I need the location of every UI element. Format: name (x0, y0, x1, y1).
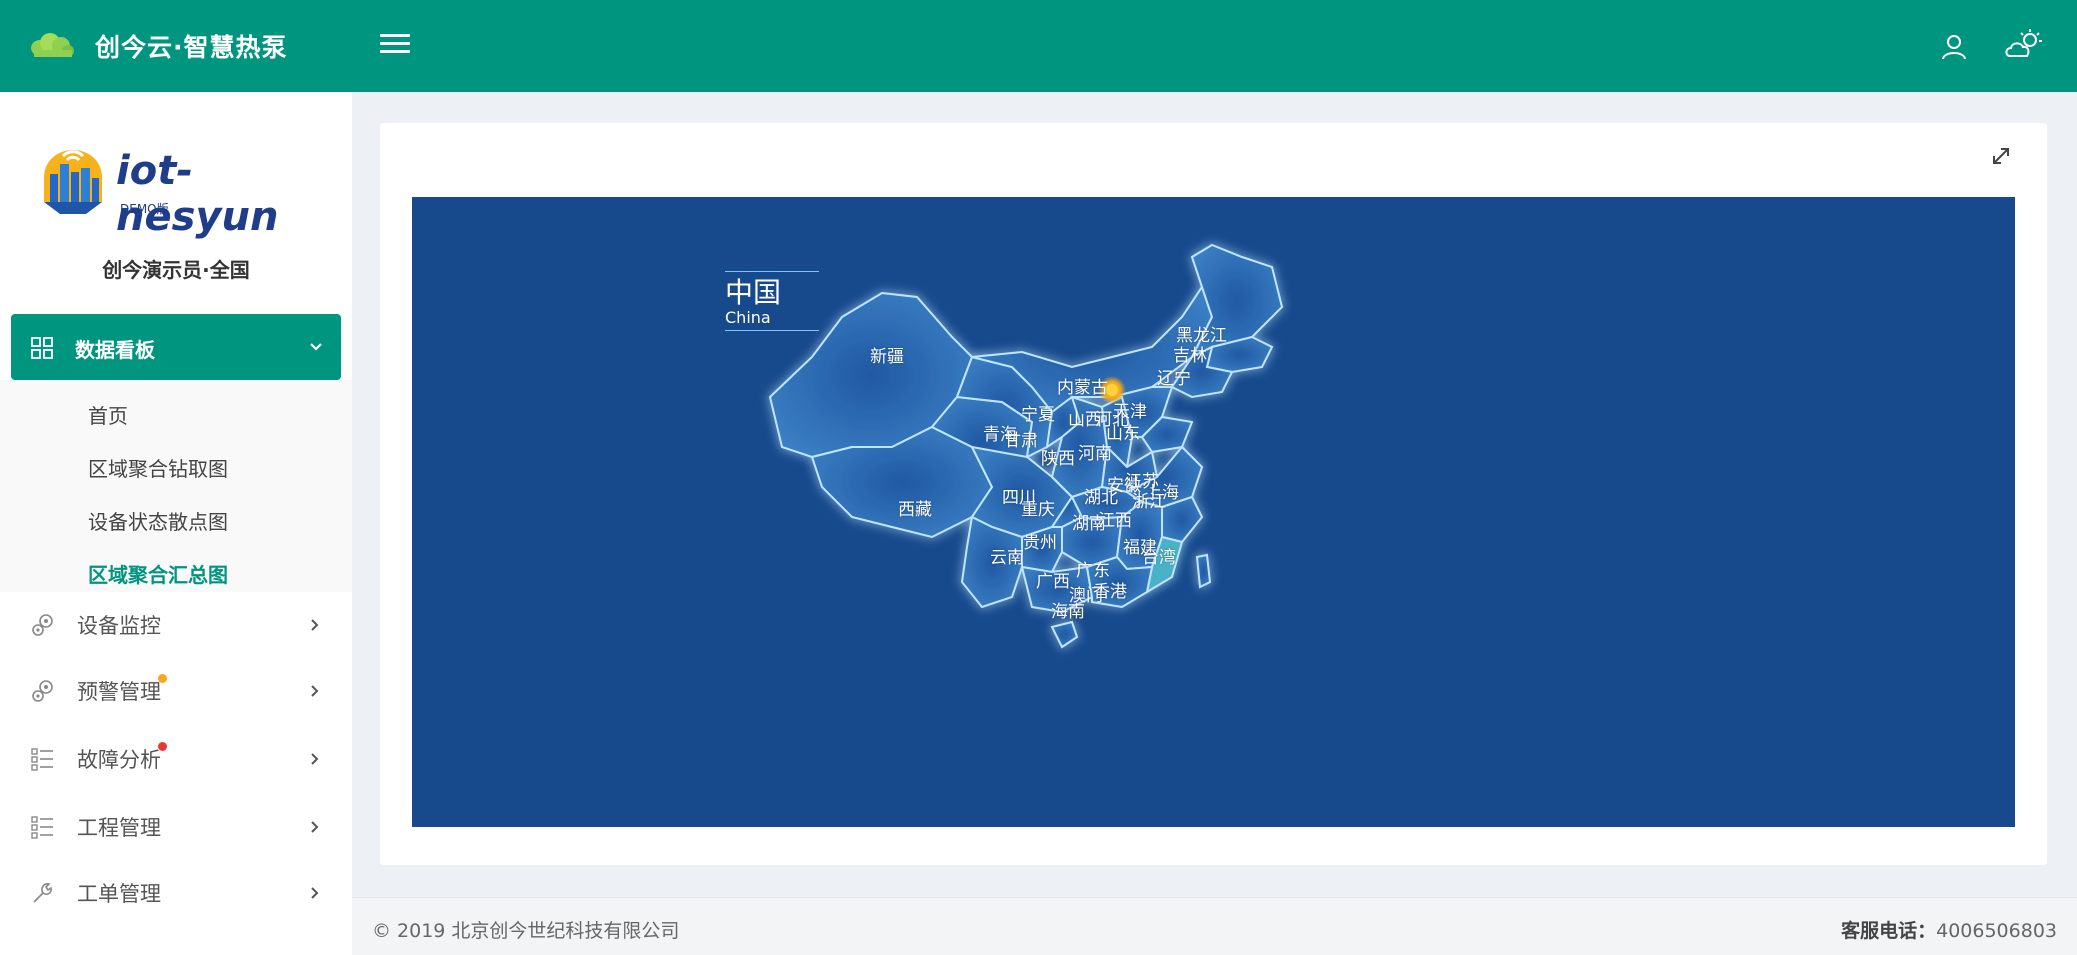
submenu-item-home[interactable]: 首页 (88, 400, 128, 429)
province-hainan (1050, 620, 1079, 649)
gears-icon (32, 680, 53, 702)
label-guizhou: 贵州 (1023, 533, 1057, 553)
label-xinjiang: 新疆 (870, 347, 904, 367)
nav-label: 工单管理 (77, 882, 161, 906)
label-yunnan: 云南 (990, 548, 1024, 568)
copyright: © 2019 北京创今世纪科技有限公司 (372, 920, 680, 942)
label-xizang: 西藏 (898, 500, 932, 520)
submenu: 首页 区域聚合钻取图 设备状态散点图 区域聚合汇总图 (0, 380, 352, 592)
logo-demo-label: DEMO版 (120, 202, 169, 216)
sun-cloud-icon[interactable] (2004, 28, 2044, 62)
checklist-icon (31, 816, 53, 839)
label-hainan: 海南 (1051, 602, 1085, 622)
label-zhejiang: 浙江 (1132, 492, 1166, 512)
chevron-right-icon (311, 753, 319, 765)
submenu-item-region-drilldown[interactable]: 区域聚合钻取图 (88, 453, 228, 482)
cloud-leaf-icon (31, 33, 74, 57)
label-chongqing: 重庆 (1021, 500, 1055, 520)
nav-label: 预警管理 (77, 680, 161, 704)
content-card: 中国 China 新疆 西藏 内蒙古 黑龙江 吉林 辽宁 宁夏 青海 甘肃 陕西… (380, 123, 2047, 865)
hotline-label: 客服电话： (1841, 920, 1937, 942)
nav-label: 故障分析 (77, 748, 161, 772)
gears-icon (32, 614, 53, 636)
label-neimenggu: 内蒙古 (1057, 378, 1108, 398)
alert-badge (158, 674, 167, 683)
sidebar: iot-nesyun DEMO版 创今演示员·全国 数据看板 首页 区域聚合钻取… (0, 92, 352, 955)
org-name: 创今演示员·全国 (102, 258, 250, 282)
wrench-icon (33, 883, 52, 903)
china-map-shape[interactable] (412, 197, 2015, 827)
label-taiwan: 台湾 (1142, 548, 1176, 568)
nav-workorder-management[interactable]: 工单管理 (0, 864, 352, 924)
nav-label: 设备监控 (77, 614, 161, 638)
nav-label: 数据看板 (75, 338, 155, 362)
hamburger-icon[interactable] (380, 34, 410, 60)
chevron-right-icon (311, 685, 319, 697)
label-guangxi: 广西 (1036, 572, 1070, 592)
brand-logo: iot-nesyun DEMO版 (36, 142, 336, 240)
nav-device-monitor[interactable]: 设备监控 (0, 596, 352, 656)
app-title: 创今云·智慧热泵 (95, 33, 288, 62)
label-henan: 河南 (1078, 444, 1112, 464)
label-jilin: 吉林 (1173, 346, 1207, 366)
dashboard-grid-icon (31, 337, 53, 359)
label-gansu: 甘肃 (1004, 431, 1038, 451)
nav-label: 工程管理 (77, 816, 161, 840)
logo-text: iot-nesyun (116, 148, 279, 240)
checklist-icon (31, 748, 53, 771)
chevron-right-icon (311, 821, 319, 833)
submenu-item-region-summary[interactable]: 区域聚合汇总图 (88, 559, 228, 588)
nav-data-dashboard[interactable]: 数据看板 (11, 314, 341, 380)
alert-badge (158, 742, 167, 751)
top-bar: 创今云·智慧热泵 (0, 0, 2077, 92)
china-map: 中国 China 新疆 西藏 内蒙古 黑龙江 吉林 辽宁 宁夏 青海 甘肃 陕西… (412, 197, 2015, 827)
chevron-right-icon (311, 887, 319, 899)
nav-project-management[interactable]: 工程管理 (0, 798, 352, 858)
nav-alert-management[interactable]: 预警管理 (0, 662, 352, 722)
chevron-right-icon (311, 619, 319, 631)
hotline-number: 4006506803 (1936, 920, 2057, 942)
label-ningxia: 宁夏 (1021, 405, 1055, 425)
label-jiangxi: 江西 (1098, 511, 1132, 531)
footer: © 2019 北京创今世纪科技有限公司 客服电话：4006506803 (352, 897, 2077, 955)
province-taiwan (1195, 553, 1212, 589)
user-icon[interactable] (1940, 33, 1968, 61)
label-shaanxi: 陕西 (1041, 449, 1075, 469)
label-liaoning: 辽宁 (1157, 369, 1191, 389)
expand-icon[interactable] (1990, 145, 2012, 167)
nav-fault-analysis[interactable]: 故障分析 (0, 730, 352, 790)
hotline: 客服电话：4006506803 (1841, 916, 2057, 943)
label-hongkong: 香港 (1093, 582, 1127, 602)
submenu-item-device-scatter[interactable]: 设备状态散点图 (88, 506, 228, 535)
chevron-down-icon (310, 343, 322, 351)
iot-logo-icon (44, 150, 102, 214)
